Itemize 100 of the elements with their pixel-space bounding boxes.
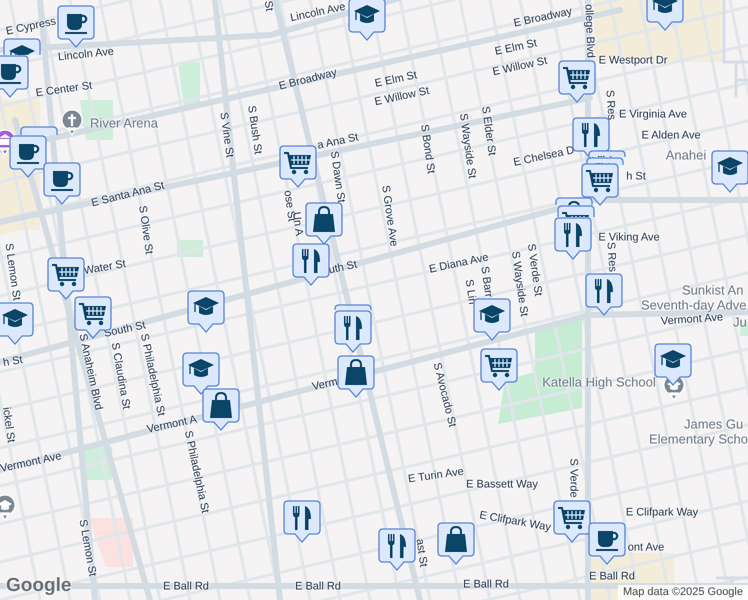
graduation-cap-icon bbox=[660, 350, 686, 368]
map-pin[interactable] bbox=[3, 38, 41, 55]
street-label: S Bond St bbox=[418, 124, 436, 174]
street-label: S Lemon St bbox=[2, 242, 22, 302]
chapel-pin[interactable] bbox=[61, 109, 83, 136]
map-pin[interactable] bbox=[57, 5, 95, 49]
map-pin[interactable] bbox=[711, 150, 748, 194]
map-pin[interactable] bbox=[554, 217, 592, 261]
place-label: River Arena bbox=[90, 116, 158, 130]
street-label: E Virginia Ave bbox=[618, 110, 688, 120]
coffee-cup-icon bbox=[596, 531, 618, 551]
graduation-cap-icon bbox=[193, 297, 219, 315]
map-pin[interactable] bbox=[43, 162, 81, 206]
map-pin[interactable] bbox=[480, 348, 518, 392]
place-label: Katella High School bbox=[542, 376, 656, 388]
street-label: S Verde bbox=[568, 458, 578, 498]
map-pin[interactable] bbox=[279, 145, 317, 189]
street-label: uth St bbox=[328, 260, 358, 276]
map-pin[interactable] bbox=[202, 388, 240, 432]
street-label: E Chelsea D bbox=[512, 145, 576, 169]
map-pin[interactable] bbox=[585, 273, 623, 317]
street-label: S Res bbox=[604, 242, 618, 272]
map-pin[interactable] bbox=[588, 150, 626, 157]
street-label: S Claudina St bbox=[108, 342, 132, 410]
street-label: Lincoln Ave bbox=[289, 2, 347, 24]
street-label: Vermont Ave bbox=[0, 451, 63, 475]
place-label: Ju bbox=[733, 316, 747, 328]
graduation-cap-icon bbox=[354, 5, 380, 23]
graduation-cap-icon bbox=[652, 0, 678, 13]
street-label: E Ball Rd bbox=[163, 582, 209, 592]
street-label: E Clifpark Way bbox=[626, 508, 698, 518]
map-pin[interactable] bbox=[0, 302, 34, 346]
map-pin[interactable] bbox=[47, 257, 85, 301]
street-label: h St bbox=[2, 354, 24, 370]
map-attribution: Map data ©2025 Google bbox=[618, 585, 748, 600]
place-label: Sunkist An bbox=[682, 284, 744, 296]
street-label: S Dawn St bbox=[328, 150, 346, 204]
street-label: Water St bbox=[83, 258, 127, 278]
street-label: E Center St bbox=[35, 80, 93, 100]
map-pin[interactable] bbox=[654, 343, 692, 387]
map-pin[interactable] bbox=[555, 197, 593, 205]
graduation-cap-icon bbox=[0, 500, 12, 510]
map-pin[interactable] bbox=[588, 522, 626, 566]
map-pin[interactable] bbox=[557, 205, 595, 217]
street-label: S Wayside St bbox=[456, 112, 478, 180]
graduation-cap-icon bbox=[188, 359, 214, 377]
street-label: S Bush St bbox=[245, 105, 263, 155]
street-label: E Broadway bbox=[512, 6, 574, 30]
street-label: S Lemon St bbox=[76, 518, 98, 578]
street-label: E Ball Rd bbox=[295, 582, 341, 592]
google-logo[interactable]: Google bbox=[6, 576, 72, 595]
cross-icon bbox=[66, 112, 78, 128]
street-label: S Barr bbox=[478, 266, 494, 298]
map-pin[interactable] bbox=[437, 522, 475, 566]
street-label: S Elder St bbox=[479, 106, 497, 156]
map-pin[interactable] bbox=[334, 310, 372, 354]
map-pin[interactable] bbox=[305, 202, 343, 246]
map-pin[interactable] bbox=[337, 355, 375, 399]
map-pin[interactable] bbox=[182, 352, 220, 396]
street-label: S Res bbox=[603, 90, 617, 120]
street-label: ast St bbox=[414, 538, 428, 568]
street-label: ose St bbox=[281, 190, 297, 222]
street-label: E Alden Ave bbox=[641, 130, 701, 142]
street-label: E Westport Dr bbox=[598, 56, 668, 66]
street-label: h St bbox=[626, 172, 646, 182]
street-label: E Ball Rd bbox=[463, 580, 509, 590]
map-pin[interactable] bbox=[553, 500, 591, 544]
map-pin[interactable] bbox=[283, 500, 321, 544]
map-pin[interactable] bbox=[187, 290, 225, 334]
street-label: Vermont Ave bbox=[660, 312, 724, 328]
street-label: E Willow St bbox=[492, 56, 548, 78]
place-label: Seventh-day Adve bbox=[641, 298, 747, 312]
street-label: Verm bbox=[311, 376, 339, 394]
building-icon bbox=[0, 134, 11, 145]
map-pin[interactable] bbox=[581, 163, 619, 207]
map-pin[interactable] bbox=[646, 0, 684, 32]
street-label: Lincoln Ave bbox=[58, 46, 114, 64]
street-label: St bbox=[262, 0, 274, 12]
school-pin[interactable] bbox=[0, 494, 16, 521]
map-pin[interactable] bbox=[378, 528, 416, 572]
map-pin[interactable] bbox=[292, 243, 330, 287]
street-label: E Bassett Way bbox=[466, 480, 538, 490]
street-label: E Broadway bbox=[278, 68, 338, 92]
street-label: E Turin Ave bbox=[407, 466, 465, 486]
map-pin[interactable] bbox=[0, 55, 29, 99]
map-pin[interactable] bbox=[9, 135, 47, 179]
street-label: ont Ave bbox=[628, 542, 664, 554]
street-label: E Viking Ave bbox=[598, 232, 660, 244]
street-label: E Cypress bbox=[5, 16, 57, 38]
graduation-cap-icon bbox=[9, 45, 35, 55]
graduation-cap-icon bbox=[717, 157, 743, 175]
map-pin[interactable] bbox=[558, 60, 596, 104]
street-label: S Avocado St bbox=[430, 362, 458, 428]
street-label: S Grove Ave bbox=[379, 184, 399, 248]
map-pin[interactable] bbox=[348, 0, 386, 42]
place-label: Anahei bbox=[666, 148, 706, 162]
street-label: S Olive St bbox=[136, 205, 154, 255]
place-label: James Gu bbox=[684, 418, 744, 430]
street-label: E Clifpark Way bbox=[478, 510, 552, 534]
street-label: S Anaheim Blvd bbox=[76, 332, 104, 412]
